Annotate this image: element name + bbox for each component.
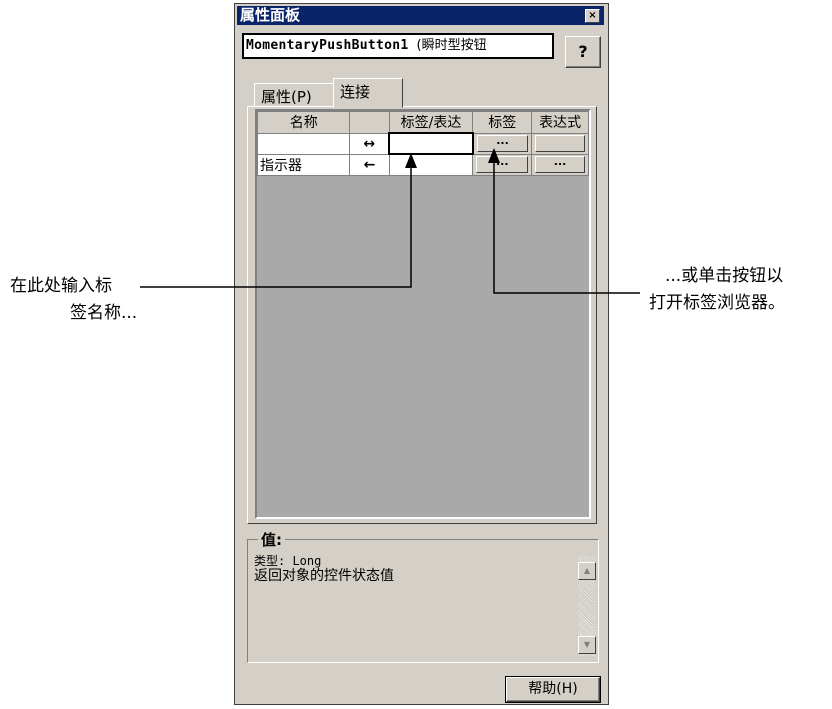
header-expression[interactable]: 表达式 [531,111,589,134]
tag-browse-button[interactable]: ... [476,135,529,152]
table-row[interactable]: 指示器 ← ... ... [256,153,589,176]
description-box: 值: 类型: Long 返回对象的控件状态值 ▲ ▼ [247,529,599,663]
tag-browse-cell: ... [472,132,533,155]
window-title: 属性面板 [240,6,301,24]
object-name: MomentaryPushButton1 [246,38,409,53]
help-button[interactable]: 帮助(H) [506,677,600,702]
connections-grid: 名称 标签/表达 标签 表达式 值 ↔ ... 指示器 ← ... ... [255,109,591,519]
property-panel-window: 属性面板 × MomentaryPushButton1 (瞬时型按钮 ? 属性(P… [234,3,609,705]
window-title-bar[interactable]: 属性面板 × [237,6,604,25]
bidirectional-arrow-icon: ↔ [349,132,390,155]
tag-input[interactable] [388,132,474,155]
tag-input[interactable] [388,153,474,176]
callout-left: 在此处输入标 签名称... [10,273,137,327]
tag-browse-cell: ... [472,153,533,176]
header-tag[interactable]: 标签 [472,111,533,134]
row-name[interactable]: 值 [256,132,351,155]
description-detail: 返回对象的控件状态值 [254,568,394,584]
scroll-down-icon[interactable]: ▼ [578,636,596,654]
callout-left-line1: 在此处输入标 [10,276,112,296]
callout-right: ...或单击按钮以 打开标签浏览器。 [649,263,785,317]
tag-browse-button[interactable]: ... [476,156,529,173]
description-scrollbar[interactable]: ▲ ▼ [578,556,596,656]
connections-table: 名称 标签/表达 标签 表达式 值 ↔ ... 指示器 ← ... ... [256,111,589,176]
object-type: (瞬时型按钮 [416,38,487,53]
header-name[interactable]: 名称 [256,111,351,134]
scroll-up-icon[interactable]: ▲ [578,562,596,580]
object-selector[interactable]: MomentaryPushButton1 (瞬时型按钮 [242,33,554,59]
table-row[interactable]: 值 ↔ ... [256,132,589,155]
close-icon[interactable]: × [585,9,600,23]
expr-browse-button[interactable]: ... [535,156,585,173]
description-type: 类型: Long [254,554,322,568]
callout-left-line2: 签名称... [70,303,138,323]
table-header-row: 名称 标签/表达 标签 表达式 [256,111,589,134]
expr-browse-cell: ... [531,153,589,176]
callout-right-line1: ...或单击按钮以 [665,266,784,286]
callout-right-line2: 打开标签浏览器。 [649,293,785,313]
tab-connections[interactable]: 连接 [333,78,403,108]
description-title: 值: [258,529,285,550]
expr-browse-button[interactable] [535,135,585,152]
description-text: 类型: Long 返回对象的控件状态值 [254,554,394,584]
expr-browse-cell [531,132,589,155]
header-direction[interactable] [349,111,390,134]
header-tag-expr[interactable]: 标签/表达 [388,111,474,134]
row-name[interactable]: 指示器 [256,153,351,176]
left-arrow-icon: ← [349,153,390,176]
tab-properties[interactable]: 属性(P) [254,83,338,107]
help-question-button[interactable]: ? [565,36,601,68]
